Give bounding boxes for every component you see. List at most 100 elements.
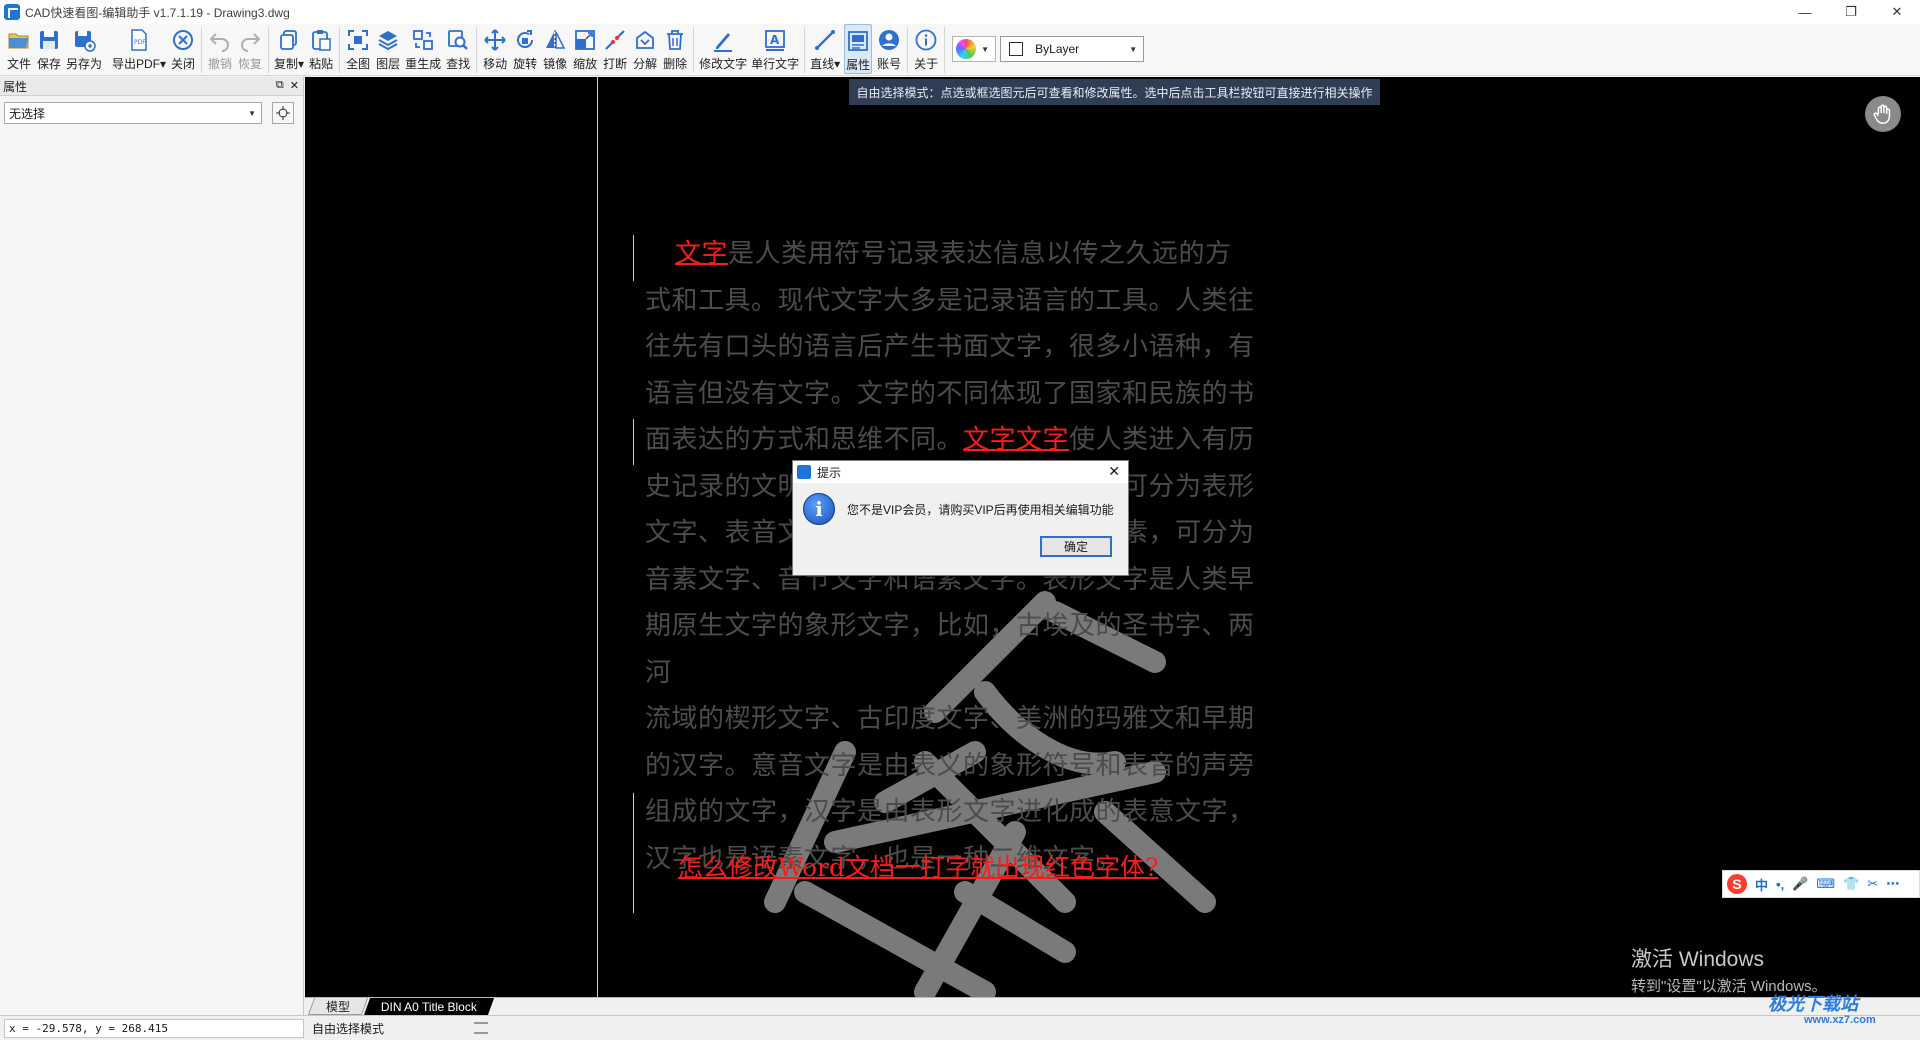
zoom-extents-button[interactable]: 全图	[345, 24, 371, 74]
info-icon: i	[803, 493, 835, 525]
scale-icon	[572, 27, 598, 53]
mirror-label: 镜像	[543, 57, 568, 71]
more-icon[interactable]: ⋯	[1886, 876, 1899, 892]
save-as-icon	[71, 27, 97, 53]
edit-text-icon	[710, 27, 736, 53]
text-line: 期原生文字的象形文字，比如，古埃及的圣书字、两河	[645, 611, 1255, 688]
tab-layout-label: DIN A0 Title Block	[381, 999, 478, 1014]
paste-button[interactable]: 粘贴	[308, 24, 334, 74]
text-line: 往先有口头的语言后产生书面文字，很多小语种，有	[645, 332, 1255, 362]
site-url: www.xz7.com	[1804, 1014, 1876, 1026]
folder-icon	[6, 27, 32, 53]
panel-header: 属性 ⧉ ✕	[0, 77, 303, 96]
redo-button[interactable]: 恢复	[237, 24, 263, 74]
scissors-icon[interactable]: ✂	[1867, 876, 1878, 892]
edit-text-button[interactable]: 修改文字	[699, 24, 747, 74]
minimize-button[interactable]: —	[1782, 0, 1828, 24]
export-pdf-button[interactable]: PDF 导出PDF▾	[112, 24, 166, 74]
line-button[interactable]: 直线▾	[810, 24, 840, 74]
break-label: 打断	[603, 57, 628, 71]
skin-icon[interactable]: 👕	[1843, 876, 1859, 892]
properties-icon	[845, 28, 871, 54]
mode-hint-banner: 自由选择模式：点选或框选图元后可查看和修改属性。选中后点击工具栏按钮可直接进行相…	[849, 79, 1380, 105]
text-line-content: 使人类进入有历	[1069, 425, 1255, 455]
about-label: 关于	[914, 57, 939, 71]
save-button[interactable]: 保存	[36, 24, 62, 74]
close-panel-icon[interactable]: ✕	[290, 79, 299, 92]
properties-button[interactable]: 属性	[844, 24, 873, 74]
zoom-extents-icon	[345, 27, 371, 53]
undo-label: 撤销	[208, 57, 233, 71]
move-icon	[482, 27, 508, 53]
ok-button[interactable]: 确定	[1040, 536, 1112, 557]
toolbar-separator	[907, 27, 909, 73]
close-file-label: 关闭	[171, 57, 196, 71]
red-text: 文字文字	[963, 425, 1070, 455]
close-file-button[interactable]: 关闭	[170, 24, 196, 74]
text-line: 式和工具。现代文字大多是记录语言的工具。人类往	[645, 285, 1255, 316]
tab-din-a0-title-block[interactable]: DIN A0 Title Block	[363, 998, 495, 1015]
single-line-text-label: 单行文字	[751, 57, 800, 71]
rotate-button[interactable]: 旋转	[512, 24, 538, 74]
explode-icon	[632, 27, 658, 53]
move-label: 移动	[483, 57, 508, 71]
color-selector[interactable]: ▼	[952, 36, 997, 62]
move-button[interactable]: 移动	[482, 24, 508, 74]
regen-icon	[410, 27, 436, 53]
delete-label: 删除	[663, 57, 688, 71]
account-button[interactable]: 账号	[876, 24, 902, 74]
activation-title: 激活 Windows	[1631, 948, 1765, 971]
mirror-button[interactable]: 镜像	[542, 24, 568, 74]
scale-button[interactable]: 缩放	[572, 24, 598, 74]
break-button[interactable]: 打断	[602, 24, 628, 74]
selection-row: 无选择 ▼	[0, 96, 303, 130]
crosshair-icon	[276, 106, 290, 120]
about-button[interactable]: 关于	[913, 24, 939, 74]
ime-language-toggle[interactable]: 中	[1755, 875, 1768, 894]
edit-text-label: 修改文字	[699, 57, 748, 71]
dialog-close-icon[interactable]: ✕	[1108, 463, 1120, 480]
redo-icon	[237, 27, 263, 53]
pan-hand-button[interactable]	[1865, 96, 1901, 132]
float-panel-icon[interactable]: ⧉	[276, 79, 284, 92]
delete-button[interactable]: 删除	[662, 24, 688, 74]
single-text-icon: A	[762, 27, 788, 53]
regen-button[interactable]: 重生成	[405, 24, 441, 74]
save-as-button[interactable]: 另存为	[66, 24, 102, 74]
tab-model[interactable]: 模型	[307, 998, 369, 1015]
microphone-icon[interactable]: 🎤	[1792, 876, 1808, 892]
app-logo-icon	[797, 465, 811, 479]
file-button[interactable]: 文件	[6, 24, 32, 74]
explode-button[interactable]: 分解	[632, 24, 658, 74]
copy-button[interactable]: 复制▾	[274, 24, 304, 74]
ime-punctuation-toggle[interactable]: •,	[1776, 877, 1784, 892]
undo-icon	[207, 27, 233, 53]
chevron-down-icon: ▼	[981, 44, 990, 54]
pick-object-button[interactable]	[272, 102, 294, 124]
sogou-logo-icon[interactable]: S	[1727, 874, 1747, 894]
windows-activation-watermark: 激活 Windows 转到"设置"以激活 Windows。	[1631, 943, 1827, 996]
text-margin-line	[633, 235, 634, 281]
dialog-message: 您不是VIP会员，请购买VIP后再使用相关编辑功能	[847, 503, 1114, 517]
selection-dropdown[interactable]: 无选择 ▼	[4, 102, 262, 124]
layer-selector[interactable]: ByLayer ▼	[1000, 36, 1145, 62]
find-button[interactable]: 查找	[445, 24, 471, 74]
chevron-down-icon: ▼	[248, 108, 256, 118]
save-icon	[36, 27, 62, 53]
restore-button[interactable]: ❐	[1828, 0, 1874, 24]
keyboard-icon[interactable]: ⌨	[1816, 876, 1835, 892]
single-line-text-button[interactable]: A 单行文字	[751, 24, 799, 74]
toolbar-separator	[476, 27, 478, 73]
undo-button[interactable]: 撤销	[207, 24, 233, 74]
command-line-icon[interactable]	[474, 1022, 488, 1034]
close-window-button[interactable]: ✕	[1874, 0, 1920, 24]
layers-button[interactable]: 图层	[375, 24, 401, 74]
zoom-extents-label: 全图	[346, 57, 371, 71]
close-circle-icon	[170, 27, 196, 53]
red-question-text[interactable]: 怎么修改Word文档一打字就出现红色字体?	[678, 848, 1158, 884]
redo-label: 恢复	[238, 57, 263, 71]
account-icon	[876, 27, 902, 53]
panel-controls: ⧉ ✕	[276, 79, 299, 92]
text-line: 组成的文字，汉字是由表形文字进化成的表意文字，	[645, 797, 1255, 827]
tab-model-label: 模型	[326, 999, 351, 1014]
